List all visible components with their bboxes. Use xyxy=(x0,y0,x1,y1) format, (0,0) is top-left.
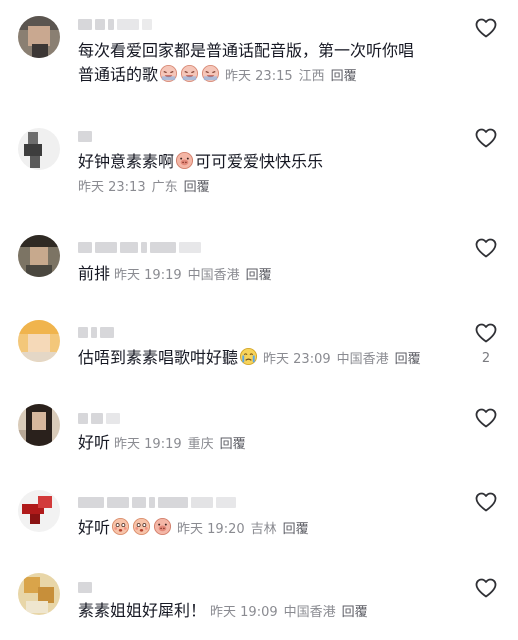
comment-location: 中国香港 xyxy=(336,352,389,367)
reply-button[interactable]: 回覆 xyxy=(395,352,421,367)
comment-meta: 昨天 19:19 重庆 回覆 xyxy=(114,437,246,452)
comment-text-part1: 好钟意素素啊 xyxy=(78,152,175,171)
heart-outline-icon[interactable] xyxy=(474,490,498,514)
comment-text-part2: 可可爱爱快快乐乐 xyxy=(195,152,324,171)
comment-text: 每次看爱回家都是普通话配音版，第一次听你唱 普通话的歌 昨天 23:15 江西 回覆 xyxy=(78,39,448,89)
comment-meta: 昨天 19:19 中国香港 回覆 xyxy=(114,268,272,283)
laugh-cry-emoji xyxy=(180,64,199,83)
comment-text-line1: 每次看爱回家都是普通话配音版，第一次听你唱 xyxy=(78,41,415,60)
comment-text: 估唔到素素唱歌咁好聽 昨天 23:09 中国香港 回覆 xyxy=(78,346,448,372)
comment-meta: 昨天 19:20 吉林 回覆 xyxy=(177,522,309,537)
comment-location: 中国香港 xyxy=(283,605,336,620)
comment-time: 昨天 23:13 xyxy=(78,180,146,195)
comment-text-part1: 好听 xyxy=(78,518,111,537)
pig-face-emoji xyxy=(153,517,172,536)
comment-time: 昨天 19:09 xyxy=(210,605,278,620)
avatar[interactable] xyxy=(18,490,60,532)
username-redacted[interactable] xyxy=(78,130,92,142)
crying-face-emoji xyxy=(239,347,258,366)
reply-button[interactable]: 回覆 xyxy=(342,605,368,620)
comment-time: 昨天 23:15 xyxy=(225,69,293,84)
avatar[interactable] xyxy=(18,16,60,58)
flushed-face-emoji xyxy=(111,517,130,536)
comment-location: 中国香港 xyxy=(187,268,240,283)
heart-outline-icon[interactable] xyxy=(474,321,498,345)
pig-face-emoji xyxy=(175,151,194,170)
comment-item: 好钟意素素啊 可可爱爱快快乐乐 昨天 23:13 广东 回覆 xyxy=(0,120,518,225)
comment-time: 昨天 19:20 xyxy=(177,522,245,537)
comment-item: 好听 昨天 19:20 吉林 回覆 xyxy=(0,485,518,570)
comment-text: 前排 昨天 19:19 中国香港 回覆 xyxy=(78,262,448,288)
comment-text-part1: 素素姐姐好犀利！ xyxy=(78,601,207,620)
heart-outline-icon[interactable] xyxy=(474,576,498,600)
comment-location: 重庆 xyxy=(187,437,214,452)
avatar[interactable] xyxy=(18,573,60,615)
heart-outline-icon[interactable] xyxy=(474,406,498,430)
flushed-face-emoji xyxy=(132,517,151,536)
comment-meta: 昨天 19:09 中国香港 回覆 xyxy=(210,605,368,620)
heart-outline-icon[interactable] xyxy=(474,126,498,150)
comment-text: 素素姐姐好犀利！ 昨天 19:09 中国香港 回覆 xyxy=(78,599,448,625)
username-redacted[interactable] xyxy=(78,412,120,424)
comment-text: 好钟意素素啊 可可爱爱快快乐乐 昨天 23:13 广东 回覆 xyxy=(78,150,448,200)
comment-text-line2: 普通话的歌 昨天 23:15 江西 回覆 xyxy=(78,64,357,84)
reply-button[interactable]: 回覆 xyxy=(220,437,246,452)
like-count: 2 xyxy=(481,351,491,366)
comment-meta: 昨天 23:13 广东 回覆 xyxy=(78,180,210,195)
comment-text: 好听 昨天 19:20 吉林 回覆 xyxy=(78,516,448,542)
comment-text-part1: 估唔到素素唱歌咁好聽 xyxy=(78,348,239,367)
comment-item: 每次看爱回家都是普通话配音版，第一次听你唱 普通话的歌 昨天 23:15 江西 回覆 xyxy=(0,0,518,120)
username-redacted[interactable] xyxy=(78,326,114,338)
username-redacted[interactable] xyxy=(78,18,152,30)
avatar[interactable] xyxy=(18,404,60,446)
reply-button[interactable]: 回覆 xyxy=(331,69,357,84)
comment-meta: 昨天 23:09 中国香港 回覆 xyxy=(263,352,421,367)
laugh-cry-emoji xyxy=(159,64,178,83)
comment-time: 昨天 19:19 xyxy=(114,268,182,283)
comment-location: 吉林 xyxy=(250,522,277,537)
laugh-cry-emoji xyxy=(201,64,220,83)
avatar[interactable] xyxy=(18,320,60,362)
comment-text-part1: 前排 xyxy=(78,264,111,283)
comment-item: 前排 昨天 19:19 中国香港 回覆 xyxy=(0,225,518,315)
comment-location: 江西 xyxy=(298,69,325,84)
reply-button[interactable]: 回覆 xyxy=(246,268,272,283)
comment-item: 好听 昨天 19:19 重庆 回覆 xyxy=(0,400,518,485)
comment-location: 广东 xyxy=(151,180,178,195)
comment-meta: 昨天 23:15 江西 回覆 xyxy=(225,69,357,84)
username-redacted[interactable] xyxy=(78,496,236,508)
comment-item: 素素姐姐好犀利！ 昨天 19:09 中国香港 回覆 xyxy=(0,570,518,640)
comment-text-part1: 好听 xyxy=(78,433,111,452)
heart-outline-icon[interactable] xyxy=(474,236,498,260)
comment-item: 估唔到素素唱歌咁好聽 昨天 23:09 中国香港 回覆 2 xyxy=(0,315,518,400)
username-redacted[interactable] xyxy=(78,581,92,593)
username-redacted[interactable] xyxy=(78,241,201,253)
reply-button[interactable]: 回覆 xyxy=(283,522,309,537)
reply-button[interactable]: 回覆 xyxy=(184,180,210,195)
heart-outline-icon[interactable] xyxy=(474,16,498,40)
comment-time: 昨天 23:09 xyxy=(263,352,331,367)
avatar[interactable] xyxy=(18,235,60,277)
comment-time: 昨天 19:19 xyxy=(114,437,182,452)
comment-text: 好听 昨天 19:19 重庆 回覆 xyxy=(78,431,448,457)
avatar[interactable] xyxy=(18,128,60,170)
